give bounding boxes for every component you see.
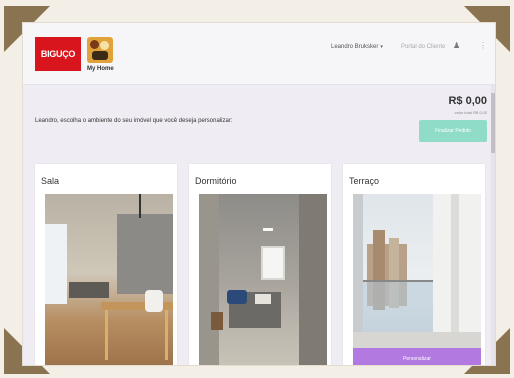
scrollbar-thumb[interactable] [491, 93, 495, 153]
photo-frame: BIGUÇO My Home Leandro Bruksker ▾ Portal … [0, 0, 514, 378]
user-menu[interactable]: Leandro Bruksker ▾ [331, 44, 383, 50]
brand-logo[interactable]: BIGUÇO [35, 37, 81, 71]
user-icon[interactable]: ♟ [453, 41, 460, 50]
room-card-sala[interactable]: Sala [35, 164, 177, 365]
page-scrollbar[interactable] [491, 85, 495, 365]
total-price: R$ 0,00 [448, 95, 487, 107]
app-screen: BIGUÇO My Home Leandro Bruksker ▾ Portal … [22, 22, 496, 366]
room-card-terraco[interactable]: Terraço Personalizar [343, 164, 485, 365]
room-photo-sala[interactable] [45, 194, 173, 365]
room-title: Terraço [349, 176, 380, 186]
price-subtext: valor total R$ 0,00 [454, 110, 487, 115]
myhome-logo-icon[interactable] [87, 37, 113, 63]
room-card-dormitorio[interactable]: Dormitório [189, 164, 331, 365]
room-selection-prompt: Leandro, escolha o ambiente do seu imóve… [35, 118, 233, 124]
chevron-down-icon: ▾ [380, 44, 383, 50]
myhome-label: My Home [87, 66, 114, 72]
personalize-button[interactable]: Personalizar [353, 348, 481, 365]
room-title: Dormitório [195, 176, 237, 186]
more-icon[interactable]: ⋮ [479, 41, 487, 50]
user-name: Leandro Bruksker [331, 44, 379, 50]
room-title: Sala [41, 176, 60, 186]
top-navigation-bar: BIGUÇO My Home Leandro Bruksker ▾ Portal … [23, 23, 495, 85]
finish-order-button[interactable]: Finalizar Pedido [419, 120, 487, 142]
portal-link[interactable]: Portal do Cliente [401, 44, 445, 50]
room-photo-terraco[interactable]: Personalizar [353, 194, 481, 365]
room-photo-dormitorio[interactable] [199, 194, 327, 365]
